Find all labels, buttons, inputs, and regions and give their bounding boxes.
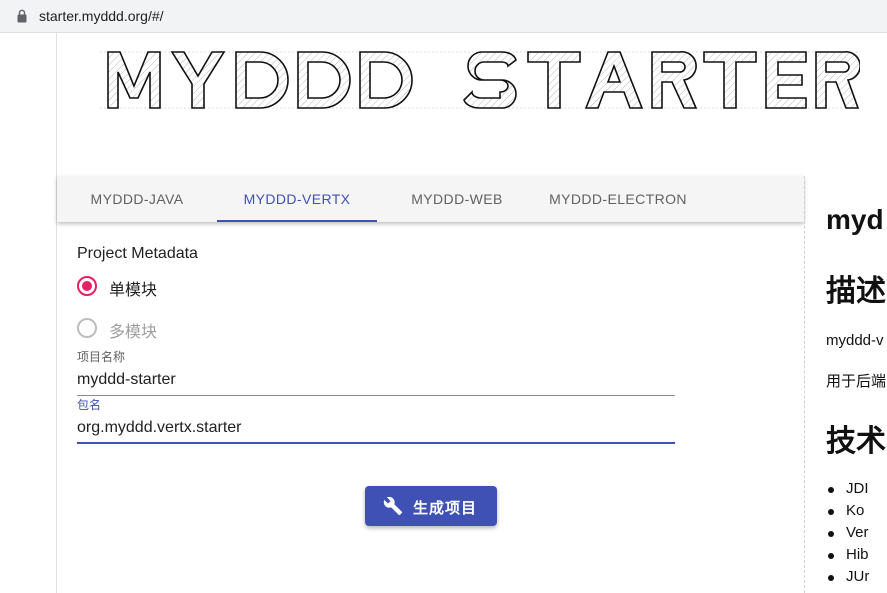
package-name-input[interactable]: org.myddd.vertx.starter bbox=[77, 419, 242, 437]
column-divider bbox=[804, 176, 805, 593]
address-bar[interactable]: starter.myddd.org/#/ bbox=[0, 0, 887, 33]
generate-project-button[interactable]: 生成项目 bbox=[365, 486, 497, 526]
readme-heading-tech: 技术 bbox=[826, 425, 886, 458]
package-name-underline bbox=[77, 442, 675, 444]
lock-icon bbox=[17, 9, 27, 23]
readme-list-item: Ver bbox=[828, 524, 869, 541]
package-name-label: 包名 bbox=[77, 398, 102, 412]
project-name-input[interactable]: myddd-starter bbox=[77, 371, 176, 389]
readme-list-item: Hib bbox=[828, 546, 869, 563]
radio-multi-module-label[interactable]: 多模块 bbox=[109, 318, 157, 342]
section-title: Project Metadata bbox=[77, 245, 198, 262]
tab-myddd-web[interactable]: MYDDD-WEB bbox=[377, 176, 537, 222]
readme-list-item: Ko bbox=[827, 502, 865, 519]
generate-project-label: 生成项目 bbox=[413, 500, 478, 517]
tab-myddd-vertx[interactable]: MYDDD-VERTX bbox=[217, 176, 377, 222]
tab-myddd-electron[interactable]: MYDDD-ELECTRON bbox=[537, 176, 699, 222]
readme-title: myd bbox=[826, 204, 884, 235]
readme-list-item: JUr bbox=[827, 568, 870, 585]
project-tabs: MYDDD-JAVA MYDDD-VERTX MYDDD-WEB MYDDD-E… bbox=[57, 176, 804, 222]
radio-single-module[interactable] bbox=[77, 276, 97, 296]
readme-preview: myd 描述 myddd-v 用于后端 技术 JDI Ko Ver Hib JU… bbox=[826, 176, 887, 593]
wrench-icon bbox=[383, 496, 403, 516]
banner-logo bbox=[100, 51, 860, 109]
readme-paragraph-2: 用于后端 bbox=[826, 373, 887, 390]
readme-heading-desc: 描述 bbox=[826, 275, 886, 308]
url-text[interactable]: starter.myddd.org/#/ bbox=[39, 8, 164, 24]
tab-myddd-java[interactable]: MYDDD-JAVA bbox=[57, 176, 217, 222]
project-name-underline bbox=[77, 395, 675, 396]
readme-paragraph-1: myddd-v bbox=[826, 332, 884, 349]
readme-list-item: JDI bbox=[828, 480, 869, 497]
radio-multi-module[interactable] bbox=[77, 318, 97, 338]
project-name-label: 项目名称 bbox=[77, 350, 126, 364]
radio-single-module-label[interactable]: 单模块 bbox=[109, 276, 157, 300]
content-border bbox=[56, 33, 57, 593]
active-tab-indicator bbox=[217, 220, 377, 222]
